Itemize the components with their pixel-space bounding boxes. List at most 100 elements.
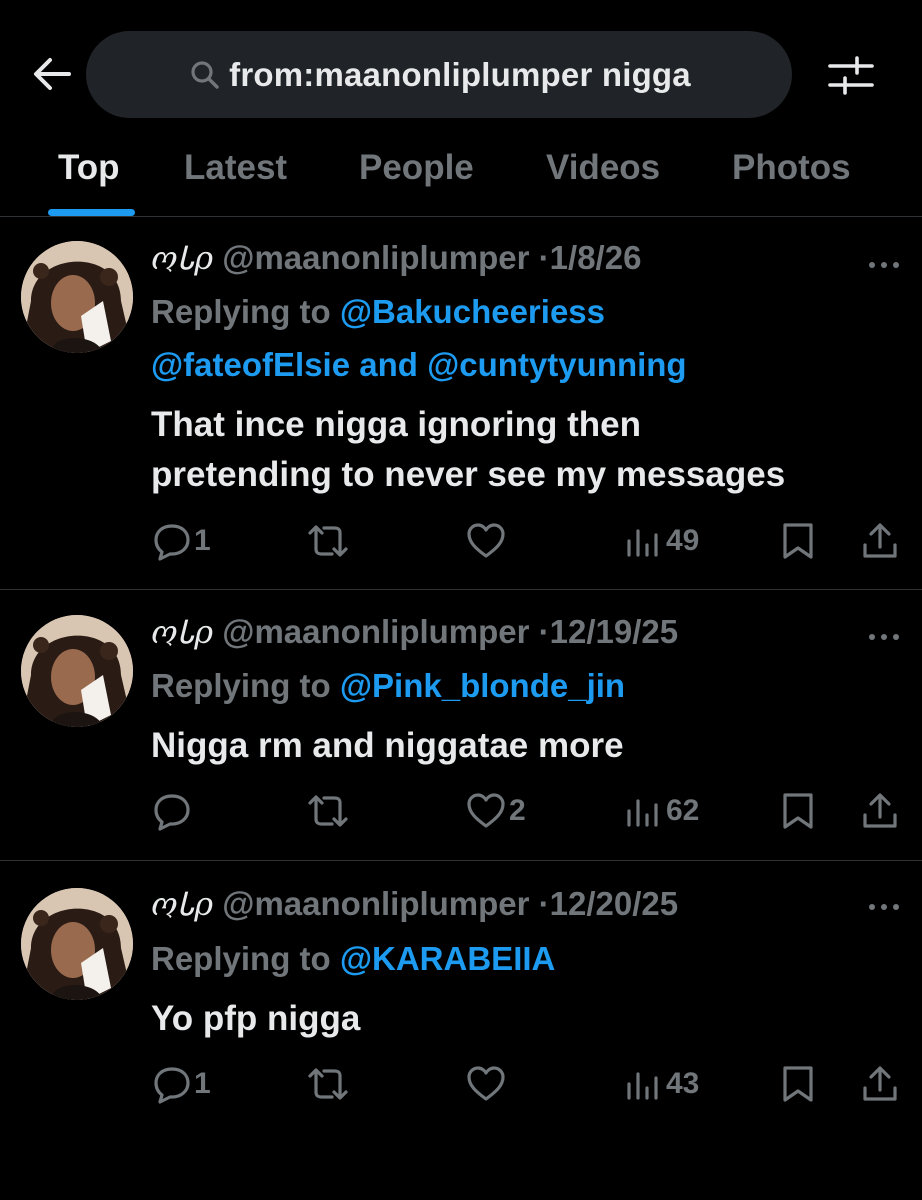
- tweet-header: ოᏓρ @maanonliplumper ·12/20/25: [151, 885, 678, 924]
- tweet-date[interactable]: 12/20/25: [550, 885, 678, 922]
- display-name[interactable]: ოᏓρ: [151, 239, 213, 277]
- search-icon: [187, 57, 223, 93]
- handle[interactable]: @maanonliplumper: [222, 885, 529, 922]
- tweet-header: ოᏓρ @maanonliplumper ·12/19/25: [151, 613, 678, 652]
- like-button[interactable]: [465, 521, 509, 561]
- tweet-text-line: pretending to never see my messages: [151, 455, 786, 494]
- replying-label: Replying to: [151, 940, 331, 977]
- tweet-date[interactable]: 1/8/26: [550, 239, 642, 276]
- bookmark-icon: [783, 523, 813, 559]
- bookmark-button[interactable]: [780, 1064, 816, 1104]
- display-name[interactable]: ოᏓρ: [151, 613, 213, 651]
- repost-button[interactable]: [304, 521, 354, 561]
- more-options-icon[interactable]: [866, 627, 902, 647]
- tweet-text-line: That ince nigga ignoring then: [151, 405, 641, 444]
- search-query: from:maanonliplumper nigga: [229, 55, 691, 93]
- bookmark-button[interactable]: [780, 521, 816, 561]
- avatar[interactable]: [21, 241, 133, 353]
- tweet-text: Nigga rm and niggatae more: [151, 721, 624, 771]
- tab-latest[interactable]: Latest: [184, 148, 287, 188]
- reply-button[interactable]: [152, 791, 194, 831]
- view-count: 43: [666, 1067, 700, 1100]
- replying-label: Replying to: [151, 667, 331, 704]
- bookmark-button[interactable]: [780, 791, 816, 831]
- mention-link[interactable]: @fateofElsie: [151, 346, 350, 383]
- share-button[interactable]: [860, 791, 900, 831]
- handle[interactable]: @maanonliplumper: [222, 239, 529, 276]
- filter-sliders-icon: [828, 56, 874, 95]
- repost-icon: [308, 795, 348, 827]
- repost-icon: [308, 1068, 348, 1100]
- bookmark-icon: [783, 793, 813, 829]
- dot-separator: ·: [538, 239, 550, 276]
- like-button[interactable]: 2: [465, 791, 526, 831]
- share-button[interactable]: [860, 521, 900, 561]
- avatar[interactable]: [21, 615, 133, 727]
- replying-to-more: @fateofElsie and @cuntytyunning: [151, 346, 687, 384]
- mention-link[interactable]: @Pink_blonde_jin: [340, 667, 625, 704]
- search-input[interactable]: from:maanonliplumper nigga: [86, 31, 792, 118]
- dot-separator: ·: [538, 613, 550, 650]
- views-chart-icon: [627, 529, 658, 557]
- heart-icon: [467, 793, 505, 828]
- search-tabs: Top Latest People Videos Photos: [0, 130, 922, 217]
- filter-button[interactable]: [824, 52, 878, 100]
- back-button[interactable]: [28, 50, 76, 98]
- tweet[interactable]: ოᏓρ @maanonliplumper ·12/20/25 Replying …: [0, 861, 922, 1141]
- tab-top[interactable]: Top: [58, 148, 120, 188]
- more-options-icon[interactable]: [866, 255, 902, 275]
- views-chart-icon: [627, 1072, 658, 1100]
- like-count: 2: [509, 794, 526, 827]
- repost-icon: [308, 525, 348, 557]
- share-button[interactable]: [860, 1064, 900, 1104]
- views-chart-icon: [627, 799, 658, 827]
- search-header: from:maanonliplumper nigga: [0, 0, 922, 130]
- reply-icon: [154, 794, 190, 831]
- reply-count: 1: [194, 1067, 211, 1100]
- heart-icon: [467, 1066, 505, 1101]
- dot-separator: ·: [538, 885, 550, 922]
- share-icon: [863, 793, 897, 828]
- tweet-date[interactable]: 12/19/25: [550, 613, 678, 650]
- replying-to: Replying to @Bakucheeriess: [151, 293, 605, 331]
- tab-photos[interactable]: Photos: [732, 148, 851, 188]
- views-button[interactable]: 62: [624, 791, 699, 831]
- heart-icon: [467, 523, 505, 558]
- handle[interactable]: @maanonliplumper: [222, 613, 529, 650]
- view-count: 62: [666, 794, 700, 827]
- avatar[interactable]: [21, 888, 133, 1000]
- tweet[interactable]: ოᏓρ @maanonliplumper ·1/8/26 Replying to…: [0, 217, 922, 590]
- repost-button[interactable]: [304, 791, 354, 831]
- reply-icon: [154, 524, 190, 561]
- tweet[interactable]: ოᏓρ @maanonliplumper ·12/19/25 Replying …: [0, 590, 922, 861]
- display-name[interactable]: ოᏓρ: [151, 885, 213, 923]
- tweet-header: ოᏓρ @maanonliplumper ·1/8/26: [151, 239, 641, 278]
- tweet-text-line: Nigga rm and niggatae more: [151, 726, 624, 765]
- and-label: and: [359, 346, 418, 383]
- bookmark-icon: [783, 1066, 813, 1102]
- share-icon: [863, 523, 897, 558]
- reply-count: 1: [194, 524, 211, 557]
- reply-icon: [154, 1067, 190, 1104]
- share-icon: [863, 1066, 897, 1101]
- reply-button[interactable]: 1: [152, 1064, 211, 1104]
- tab-videos[interactable]: Videos: [546, 148, 660, 188]
- replying-label: Replying to: [151, 293, 331, 330]
- tweet-text: Yo pfp nigga: [151, 994, 360, 1044]
- mention-link[interactable]: @Bakucheeriess: [340, 293, 605, 330]
- replying-to: Replying to @KARABEIIA: [151, 940, 555, 978]
- mention-link[interactable]: @KARABEIIA: [340, 940, 556, 977]
- views-button[interactable]: 43: [624, 1064, 699, 1104]
- views-button[interactable]: 49: [624, 521, 699, 561]
- back-arrow-icon: [34, 58, 71, 90]
- repost-button[interactable]: [304, 1064, 354, 1104]
- tweet-text: That ince nigga ignoring then pretending…: [151, 400, 785, 500]
- mention-link[interactable]: @cuntytyunning: [427, 346, 687, 383]
- active-tab-indicator: [48, 209, 135, 216]
- view-count: 49: [666, 524, 700, 557]
- more-options-icon[interactable]: [866, 897, 902, 917]
- tweet-text-line: Yo pfp nigga: [151, 999, 361, 1038]
- tab-people[interactable]: People: [359, 148, 474, 188]
- reply-button[interactable]: 1: [152, 521, 211, 561]
- like-button[interactable]: [465, 1064, 509, 1104]
